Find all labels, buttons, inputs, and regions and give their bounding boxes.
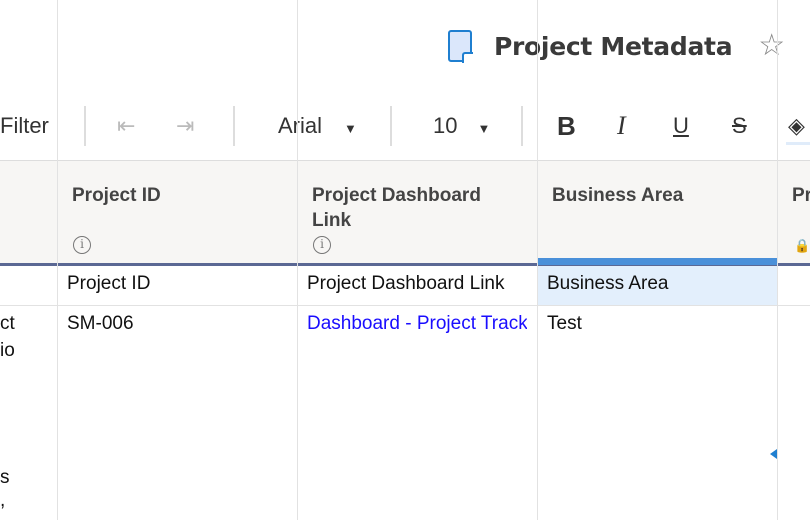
column-header-dashboard-link[interactable]: Project Dashboard Link bbox=[312, 183, 522, 233]
cell-fragment[interactable]: ct bbox=[0, 310, 15, 337]
sheet-title: Project Metadata ☆ bbox=[448, 30, 785, 63]
column-header-partial[interactable]: Pr bbox=[792, 183, 810, 208]
row-divider bbox=[0, 305, 810, 306]
font-select[interactable]: Arial ▼ bbox=[278, 110, 357, 145]
fill-color-icon[interactable]: ◈ bbox=[788, 110, 805, 142]
star-icon[interactable]: ☆ bbox=[758, 31, 785, 61]
cell-fragment[interactable]: io bbox=[0, 337, 15, 364]
chevron-down-icon: ▼ bbox=[344, 121, 357, 136]
outdent-icon[interactable]: ⇤ bbox=[117, 110, 135, 142]
divider bbox=[390, 106, 392, 146]
underline-button[interactable]: U bbox=[673, 110, 689, 142]
divider bbox=[233, 106, 235, 146]
filter-button[interactable]: Filter bbox=[0, 110, 49, 142]
column-border bbox=[777, 0, 778, 520]
divider bbox=[84, 106, 86, 146]
bold-button[interactable]: B bbox=[557, 110, 576, 142]
font-size-select[interactable]: 10 ▼ bbox=[433, 110, 490, 145]
cell[interactable]: Business Area bbox=[547, 270, 775, 297]
info-icon[interactable]: i bbox=[73, 236, 91, 254]
cell[interactable]: Test bbox=[547, 310, 582, 337]
strikethrough-button[interactable]: S bbox=[732, 110, 747, 142]
column-border bbox=[57, 0, 58, 520]
comment-indicator[interactable] bbox=[770, 449, 777, 459]
sheet-name[interactable]: Project Metadata bbox=[494, 32, 733, 61]
lock-icon: 🔒 bbox=[794, 238, 810, 253]
cell[interactable]: SM-006 bbox=[67, 310, 134, 337]
italic-button[interactable]: I bbox=[617, 110, 626, 142]
column-border bbox=[537, 0, 538, 520]
column-header-business-area[interactable]: Business Area bbox=[552, 183, 683, 208]
link[interactable]: Dashboard - Project Tracker bbox=[307, 313, 527, 334]
column-selection-indicator bbox=[537, 258, 777, 265]
divider bbox=[521, 106, 523, 146]
indent-icon[interactable]: ⇥ bbox=[176, 110, 194, 142]
cell[interactable]: Project ID bbox=[67, 270, 295, 297]
cell[interactable]: Project Dashboard Link bbox=[307, 270, 527, 297]
fill-color-swatch bbox=[786, 142, 810, 145]
column-header-project-id[interactable]: Project ID bbox=[72, 183, 161, 208]
info-icon[interactable]: i bbox=[313, 236, 331, 254]
sheet-icon bbox=[448, 30, 473, 63]
column-border bbox=[297, 0, 298, 520]
chevron-down-icon: ▼ bbox=[477, 121, 491, 136]
cell-fragment[interactable]: , bbox=[0, 487, 5, 514]
dashboard-link[interactable]: Dashboard - Project Tracker bbox=[307, 310, 527, 337]
